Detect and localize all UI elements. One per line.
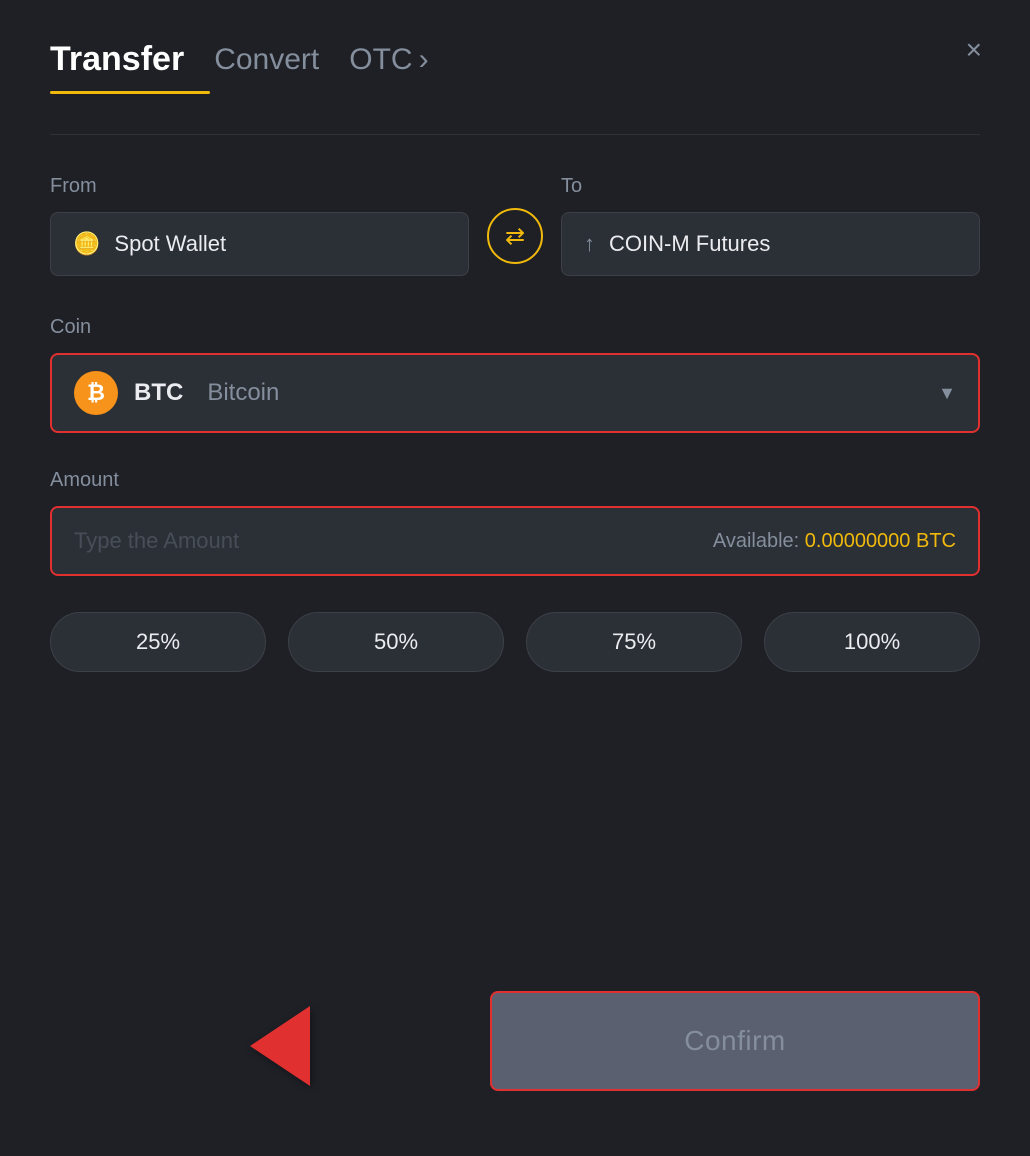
confirm-button[interactable]: Confirm <box>490 991 980 1091</box>
bottom-area: Confirm <box>50 986 980 1096</box>
available-balance-amount: 0.00000000 BTC <box>805 530 956 552</box>
to-column: To ↑ COIN-M Futures <box>561 175 980 276</box>
to-wallet-name: COIN-M Futures <box>609 231 770 257</box>
modal-header: Transfer Convert OTC › <box>50 40 980 79</box>
coin-section: Coin ₿ BTC Bitcoin ▼ <box>50 316 980 433</box>
swap-direction-button[interactable]: ⇄ <box>487 208 543 264</box>
from-column: From 🪙 Spot Wallet <box>50 175 469 276</box>
red-arrow-icon <box>250 1006 310 1086</box>
amount-label: Amount <box>50 469 980 492</box>
pct-btn-100[interactable]: 100% <box>764 612 980 672</box>
transfer-modal: Transfer Convert OTC › × From 🪙 Spot Wal… <box>0 0 1030 1156</box>
active-tab-indicator <box>50 91 210 94</box>
from-label: From <box>50 175 469 198</box>
pct-btn-75[interactable]: 75% <box>526 612 742 672</box>
close-button[interactable]: × <box>966 36 982 64</box>
swap-icon: ⇄ <box>505 222 525 251</box>
btc-icon: ₿ <box>74 371 118 415</box>
coin-label: Coin <box>50 316 980 339</box>
from-to-section: From 🪙 Spot Wallet ⇄ To ↑ COIN-M Futures <box>50 175 980 276</box>
wallet-card-icon: 🪙 <box>73 231 100 257</box>
coin-full-name: Bitcoin <box>207 379 279 407</box>
from-wallet-selector[interactable]: 🪙 Spot Wallet <box>50 212 469 276</box>
to-label: To <box>561 175 980 198</box>
header-divider <box>50 134 980 135</box>
futures-icon: ↑ <box>584 231 595 257</box>
amount-input-box: Type the Amount Available: 0.00000000 BT… <box>50 506 980 576</box>
from-wallet-name: Spot Wallet <box>114 231 226 257</box>
tab-otc[interactable]: OTC › <box>349 43 428 77</box>
arrow-indicator <box>250 1006 310 1086</box>
coin-selector[interactable]: ₿ BTC Bitcoin ▼ <box>50 353 980 433</box>
pct-btn-50[interactable]: 50% <box>288 612 504 672</box>
available-balance-label: Available: 0.00000000 BTC <box>713 530 956 553</box>
pct-btn-25[interactable]: 25% <box>50 612 266 672</box>
tab-convert[interactable]: Convert <box>214 43 319 77</box>
chevron-down-icon: ▼ <box>938 383 956 404</box>
tab-transfer[interactable]: Transfer <box>50 40 184 79</box>
amount-section: Amount Type the Amount Available: 0.0000… <box>50 469 980 576</box>
to-wallet-selector[interactable]: ↑ COIN-M Futures <box>561 212 980 276</box>
percentage-row: 25% 50% 75% 100% <box>50 612 980 672</box>
coin-symbol: BTC <box>134 379 183 407</box>
swap-button-wrapper: ⇄ <box>469 208 561 276</box>
amount-input-placeholder[interactable]: Type the Amount <box>74 528 239 554</box>
